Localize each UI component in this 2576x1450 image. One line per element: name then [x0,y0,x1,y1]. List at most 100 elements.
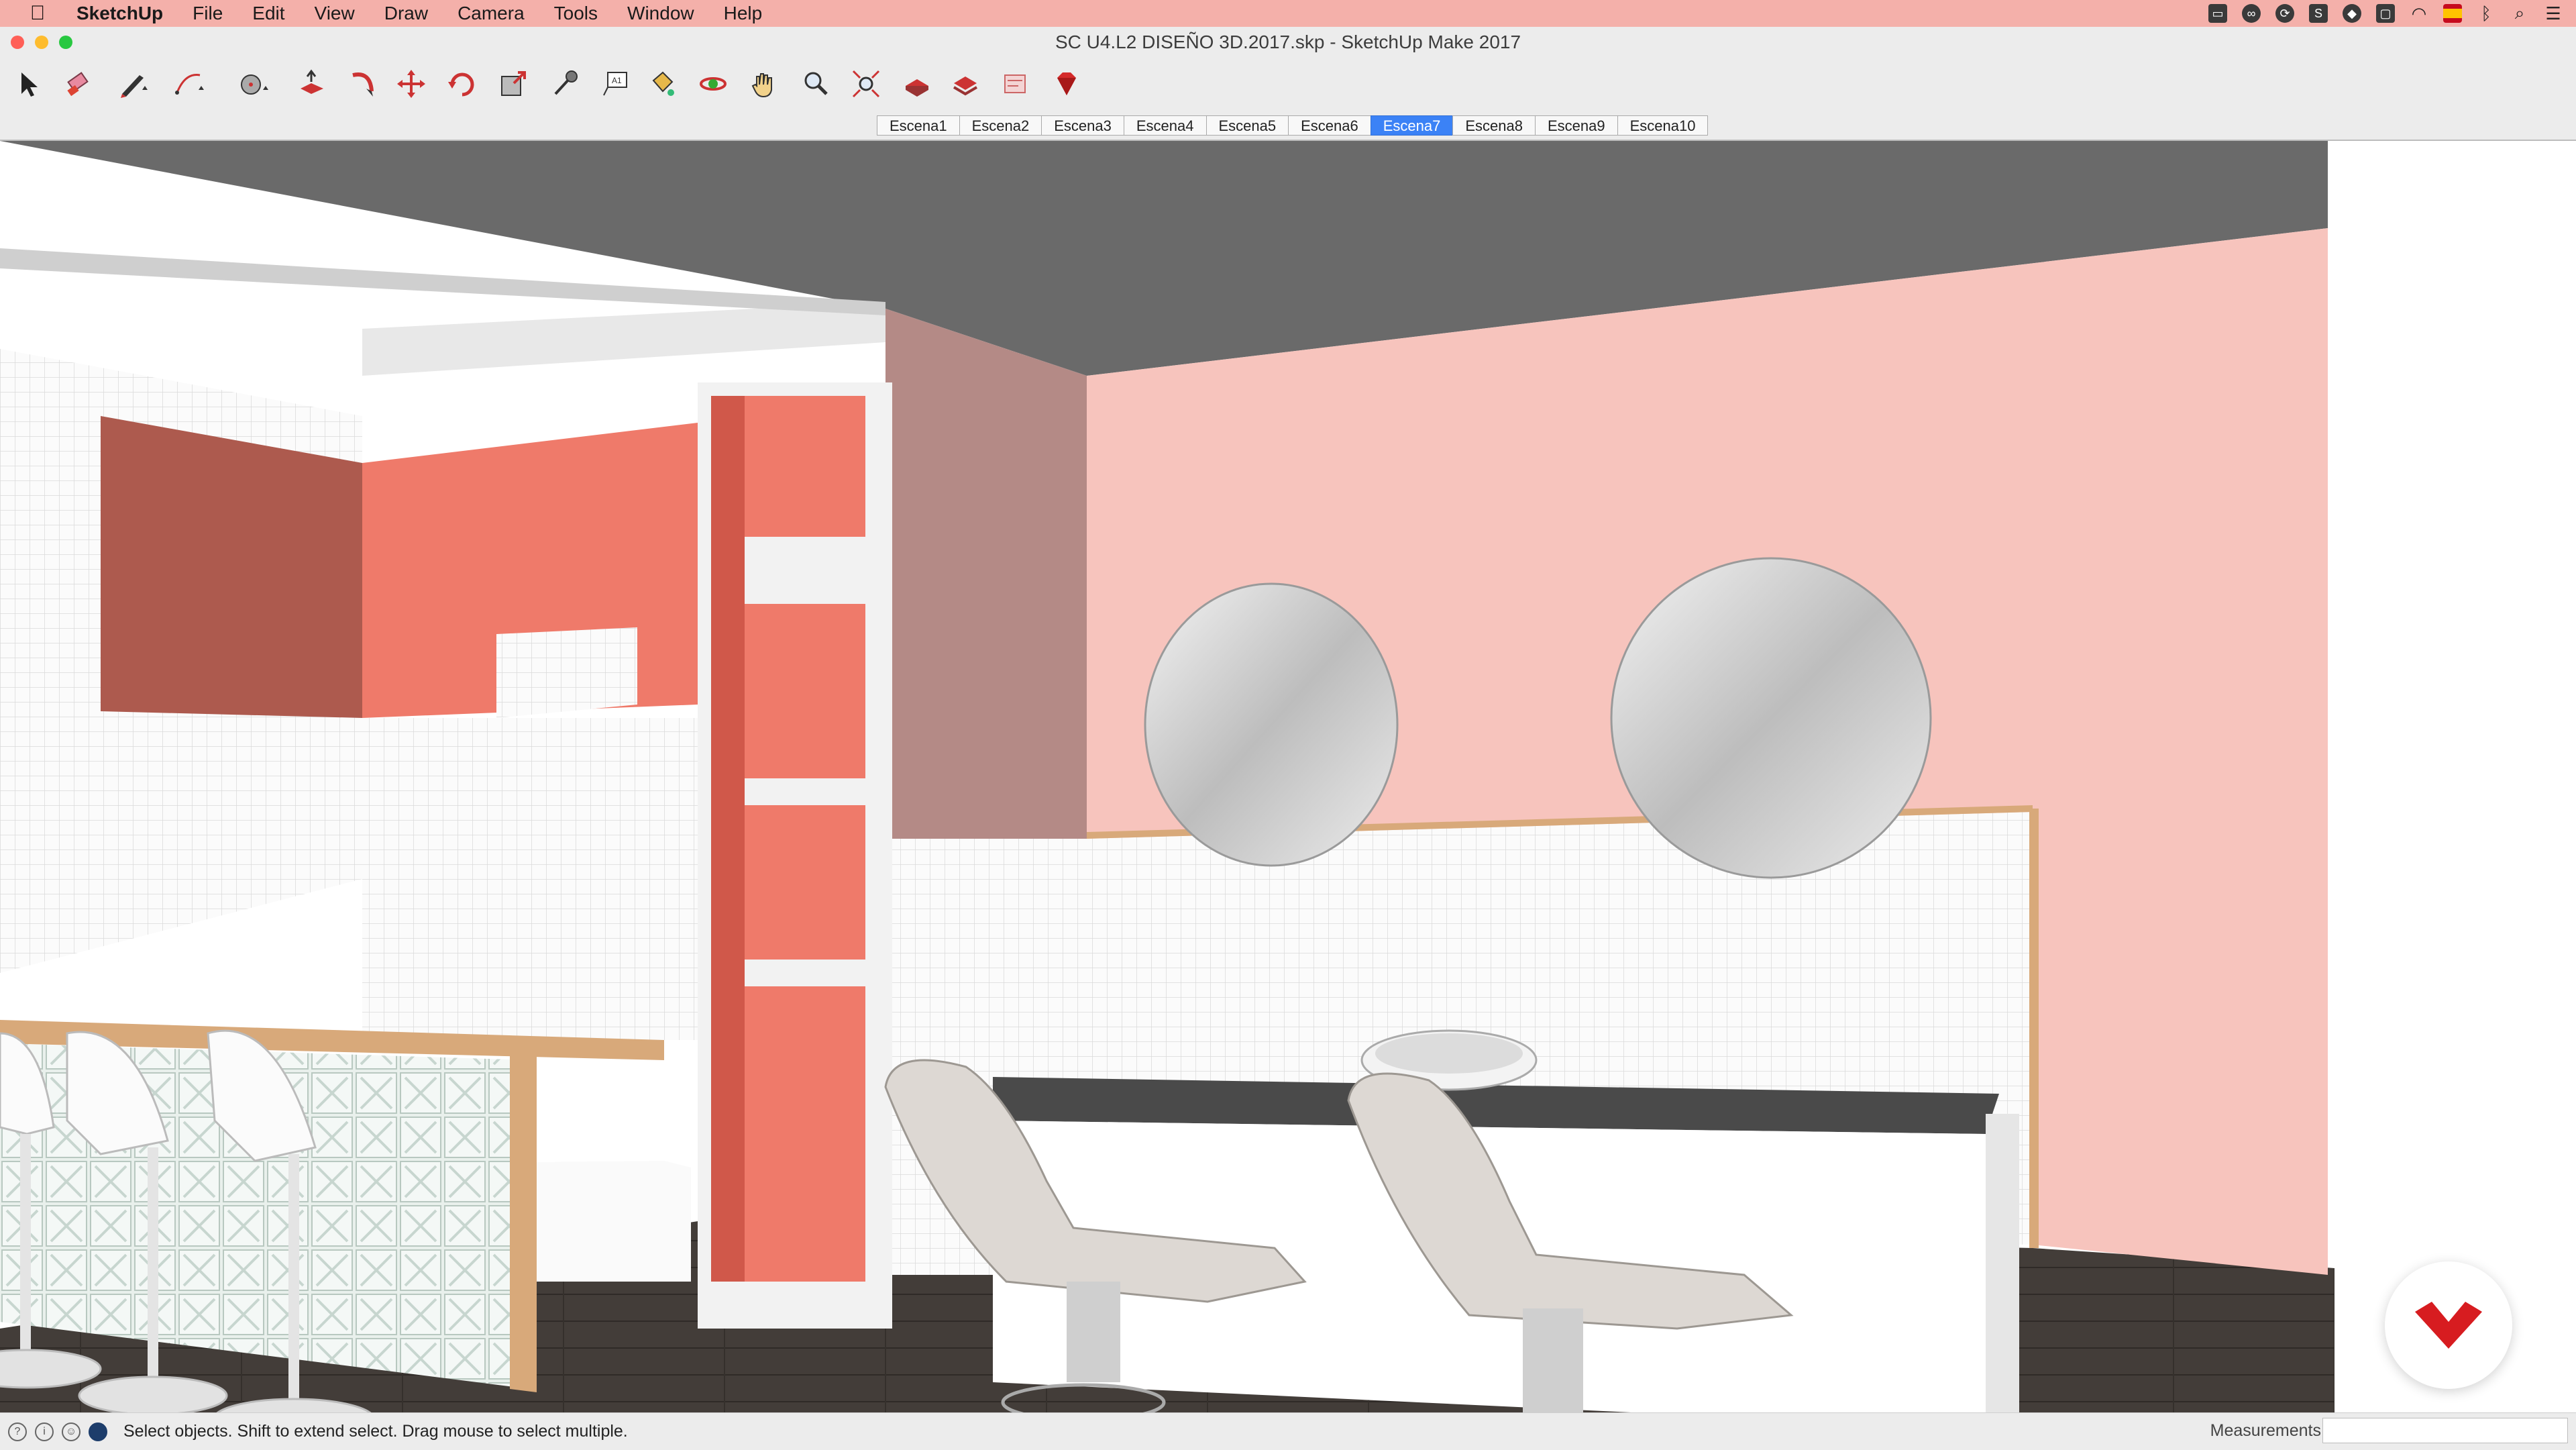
scene-tab-4[interactable]: Escena4 [1123,115,1206,136]
line-tool-button[interactable] [113,64,152,103]
status-tray: ▭ ∞ ⟳ S ◆ ▢ ◠ ᛒ ⌕ ☰ [2208,0,2563,27]
3d-warehouse-tool-button[interactable] [898,64,936,103]
spanish-flag-icon[interactable] [2443,4,2462,23]
pencil-icon [121,75,148,98]
layout-icon [1004,74,1026,93]
tile-step [496,627,637,718]
notification-list-icon[interactable]: ☰ [2544,3,2563,23]
orbit-icon [700,77,727,91]
logo-badge[interactable] [2385,1261,2512,1389]
scale-tool-button[interactable] [494,64,533,103]
credits-icon[interactable]: i [35,1422,54,1441]
screen-mirror-icon[interactable]: ▭ [2208,4,2227,23]
warehouse-icon [906,79,928,97]
text-label-icon: A1 [603,72,627,96]
move-arrows-icon [397,70,425,98]
ruby-gem-icon [1057,72,1076,95]
measurements-label: Measurements [2210,1421,2321,1440]
zoom-extents-tool-button[interactable] [847,64,885,103]
airplay-icon[interactable]: ▢ [2376,4,2395,23]
instructor-icon[interactable] [89,1422,107,1441]
rotate-tool-button[interactable] [443,64,482,103]
scene-tab-8[interactable]: Escena8 [1452,115,1535,136]
arc-tool-button[interactable] [169,64,208,103]
tile-wall-mid [362,718,698,1040]
ruby-console-tool-button[interactable] [1046,64,1085,103]
status-bar: ? i ☺ Select objects. Shift to extend se… [0,1412,2576,1450]
tape-measure-tool-button[interactable] [545,64,584,103]
paint-bucket-tool-button[interactable] [643,64,682,103]
menu-help[interactable]: Help [724,3,763,24]
3d-viewport[interactable] [0,141,2576,1412]
menu-edit[interactable]: Edit [252,3,284,24]
scene-tab-2[interactable]: Escena2 [959,115,1042,136]
mauve-column [885,309,1087,879]
geo-location-icon[interactable]: ? [8,1422,27,1441]
scene-tab-6[interactable]: Escena6 [1288,115,1371,136]
follow-me-tool-button[interactable] [343,64,382,103]
status-hint-text: Select objects. Shift to extend select. … [123,1422,628,1441]
measurements-input[interactable] [2322,1418,2568,1443]
menu-draw[interactable]: Draw [384,3,428,24]
counter-side [1986,1114,2019,1412]
text-tool-button[interactable]: A1 [596,64,635,103]
move-tool-button[interactable] [392,64,431,103]
orbit-tool-button[interactable] [694,64,733,103]
dropbox-icon[interactable]: ◆ [2343,4,2361,23]
round-mirror-right [1610,557,1932,879]
arrow-cursor-icon [21,72,38,97]
rotate-icon [448,72,474,97]
push-pull-tool-button[interactable] [292,64,331,103]
extension-warehouse-tool-button[interactable] [946,64,985,103]
user-account-icon[interactable]: ☺ [62,1422,80,1441]
svg-text:A1: A1 [612,76,622,85]
scene-tab-10[interactable]: Escena10 [1617,115,1709,136]
menu-window[interactable]: Window [627,3,694,24]
scene-tab-1[interactable]: Escena1 [877,115,959,136]
sync-icon[interactable]: ⟳ [2275,4,2294,23]
bluetooth-icon[interactable]: ᛒ [2477,3,2496,23]
menu-tools[interactable]: Tools [554,3,598,24]
wifi-icon[interactable]: ◠ [2410,3,2428,23]
layout-tool-button[interactable] [996,64,1034,103]
s-app-icon[interactable]: S [2309,4,2328,23]
model-render [0,141,2576,1412]
shapes-tool-button[interactable] [233,64,272,103]
extension-warehouse-icon [953,76,978,96]
eraser-icon [67,72,89,97]
menu-view[interactable]: View [315,3,355,24]
menu-file[interactable]: File [193,3,223,24]
follow-me-icon [352,72,374,97]
scene-tab-3[interactable]: Escena3 [1041,115,1124,136]
chevron-logo-icon [2415,1302,2482,1349]
hand-icon [751,73,772,98]
creative-cloud-icon[interactable]: ∞ [2242,4,2261,23]
select-tool-button[interactable] [9,64,48,103]
menu-camera[interactable]: Camera [458,3,525,24]
zoom-extents-icon [852,70,880,98]
scale-icon [501,71,526,96]
tape-measure-icon [554,70,578,95]
app-menu[interactable]: SketchUp [76,3,163,24]
circle-shape-icon [241,74,268,95]
basin-bowl [1375,1033,1523,1074]
pan-tool-button[interactable] [745,64,784,103]
eraser-tool-button[interactable] [59,64,98,103]
bar-edge-wood [510,1053,537,1392]
spotlight-icon[interactable]: ⌕ [2510,3,2529,23]
soffit [362,302,885,376]
arc-icon [175,74,204,95]
toolbar [0,58,2576,110]
round-mirror-left [1144,582,1399,867]
scene-tab-5[interactable]: Escena5 [1205,115,1289,136]
menu-bar:  SketchUp File Edit View Draw Camera To… [0,0,2576,27]
apple-icon[interactable]:  [24,2,51,25]
window-title: SC U4.L2 DISEÑO 3D.2017.skp - SketchUp M… [1055,32,1521,52]
scene-tab-7[interactable]: Escena7 [1370,115,1453,136]
zoom-tool-button[interactable] [796,64,835,103]
paint-bucket-icon [652,71,674,96]
scene-tab-9[interactable]: Escena9 [1535,115,1617,136]
push-pull-icon [301,69,323,94]
coral-panel-shade [101,416,362,718]
background-void [2328,141,2576,1412]
